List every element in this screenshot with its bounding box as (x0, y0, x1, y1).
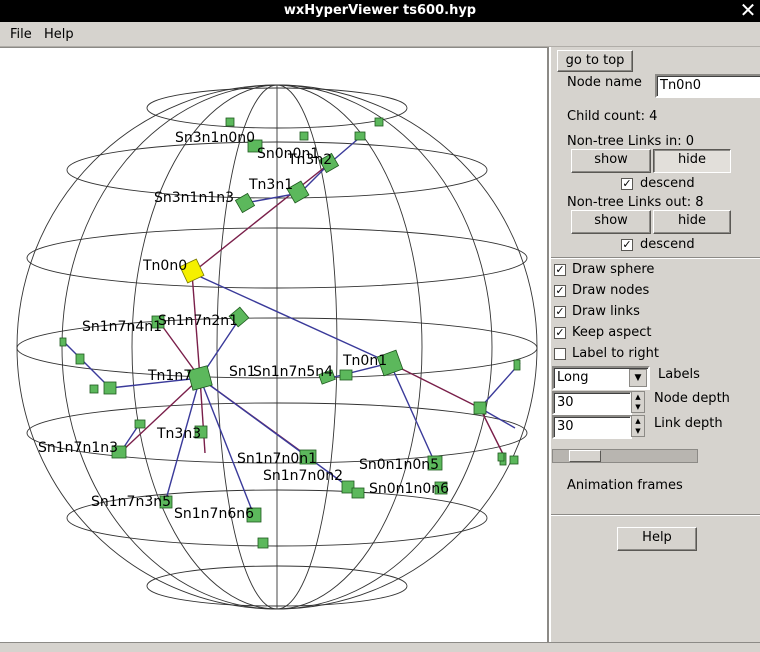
graph-labels: Sn3n1n0n0 Sn0n0n1 Tn3n2 Tn3n1 Sn3n1n1n3 … (38, 130, 449, 522)
labels-select[interactable]: Long ▼ (552, 366, 650, 390)
node-label: Tn0n0 (142, 258, 187, 274)
close-icon[interactable]: ✕ (738, 0, 758, 21)
descend-out-label: descend (640, 237, 695, 252)
node-depth-label: Node depth (654, 391, 730, 406)
node-label: Tn3n3 (156, 426, 201, 442)
divider (551, 257, 760, 259)
go-to-top-button[interactable]: go to top (557, 50, 633, 72)
node-label: Sn0n1n0n6 (369, 481, 449, 497)
node-depth-field[interactable]: 30 (552, 391, 632, 415)
divider (551, 514, 760, 516)
node-label: Sn3n1n1n3 (154, 190, 234, 206)
help-button[interactable]: Help (617, 527, 697, 551)
menu-help[interactable]: Help (44, 27, 74, 42)
node-label: Tn3n2 (287, 152, 332, 168)
child-count-text: Child count: 4 (567, 109, 658, 124)
node-label: Sn1n7n3n5 (91, 494, 171, 510)
animation-frames-slider[interactable] (552, 449, 698, 463)
node-name-field[interactable]: Tn0n0 (655, 74, 760, 98)
status-bar (0, 642, 760, 652)
chevron-down-icon[interactable]: ▼ (629, 369, 647, 387)
draw-nodes-checkbox[interactable]: ✓ (554, 285, 566, 297)
links-out-show-button[interactable]: show (571, 210, 651, 234)
node-label: Sn1n7n4n1 (82, 319, 162, 335)
node-label: Sn3n1n0n0 (175, 130, 255, 146)
node-label: Tn1n7 (147, 368, 192, 384)
draw-sphere-label: Draw sphere (572, 262, 655, 277)
descend-out-checkbox[interactable]: ✓ (621, 239, 633, 251)
title-bar[interactable]: wxHyperViewer ts600.hyp ✕ (0, 0, 760, 22)
menu-file[interactable]: File (10, 27, 32, 42)
node-label: Sn1n7n1n3 (38, 440, 118, 456)
node-label: Sn1 (229, 364, 256, 380)
labels-select-value: Long (557, 370, 589, 385)
links-in-hide-button[interactable]: hide (653, 149, 731, 173)
link-depth-label: Link depth (654, 416, 723, 431)
node-label: Sn1n7n5n4 (253, 364, 333, 380)
app-window: wxHyperViewer ts600.hyp ✕ File Help Sn3n… (0, 0, 760, 652)
draw-links-label: Draw links (572, 304, 640, 319)
link-depth-spinner[interactable]: ▲ ▼ (631, 415, 645, 437)
draw-links-checkbox[interactable]: ✓ (554, 306, 566, 318)
window-title: wxHyperViewer ts600.hyp (283, 3, 477, 18)
node-label: Sn1n7n0n2 (263, 468, 343, 484)
links-out-hide-button[interactable]: hide (653, 210, 731, 234)
links-in-text: Non-tree Links in: 0 (567, 134, 695, 149)
node-label: Tn0n1 (342, 353, 387, 369)
draw-nodes-label: Draw nodes (572, 283, 650, 298)
label-to-right-checkbox[interactable] (554, 348, 566, 360)
labels-label: Labels (658, 367, 700, 382)
link-depth-field[interactable]: 30 (552, 415, 632, 439)
node-depth-spinner[interactable]: ▲ ▼ (631, 391, 645, 413)
keep-aspect-label: Keep aspect (572, 325, 652, 340)
keep-aspect-checkbox[interactable]: ✓ (554, 327, 566, 339)
draw-sphere-checkbox[interactable]: ✓ (554, 264, 566, 276)
descend-in-label: descend (640, 176, 695, 191)
node-label: Sn1n7n2n1 (158, 313, 238, 329)
node-label: Tn3n1 (248, 177, 293, 193)
descend-in-checkbox[interactable]: ✓ (621, 178, 633, 190)
hyperbolic-view-canvas[interactable]: Sn3n1n0n0 Sn0n0n1 Tn3n2 Tn3n1 Sn3n1n1n3 … (0, 47, 549, 642)
menu-bar: File Help (0, 22, 760, 47)
node-label: Sn1n7n6n6 (174, 506, 254, 522)
node-label: Sn1n7n0n1 (237, 451, 317, 467)
hyperbolic-graph[interactable]: Sn3n1n0n0 Sn0n0n1 Tn3n2 Tn3n1 Sn3n1n1n3 … (0, 48, 547, 642)
sphere-wireframe (16, 84, 538, 610)
slider-thumb[interactable] (569, 450, 601, 462)
node-label: Sn0n1n0n5 (359, 457, 439, 473)
links-in-show-button[interactable]: show (571, 149, 651, 173)
control-panel: go to top Node name Tn0n0 Child count: 4… (551, 47, 760, 642)
label-to-right-label: Label to right (572, 346, 659, 361)
node-name-label: Node name (567, 75, 642, 90)
animation-frames-label: Animation frames (567, 478, 683, 493)
links-out-text: Non-tree Links out: 8 (567, 195, 704, 210)
